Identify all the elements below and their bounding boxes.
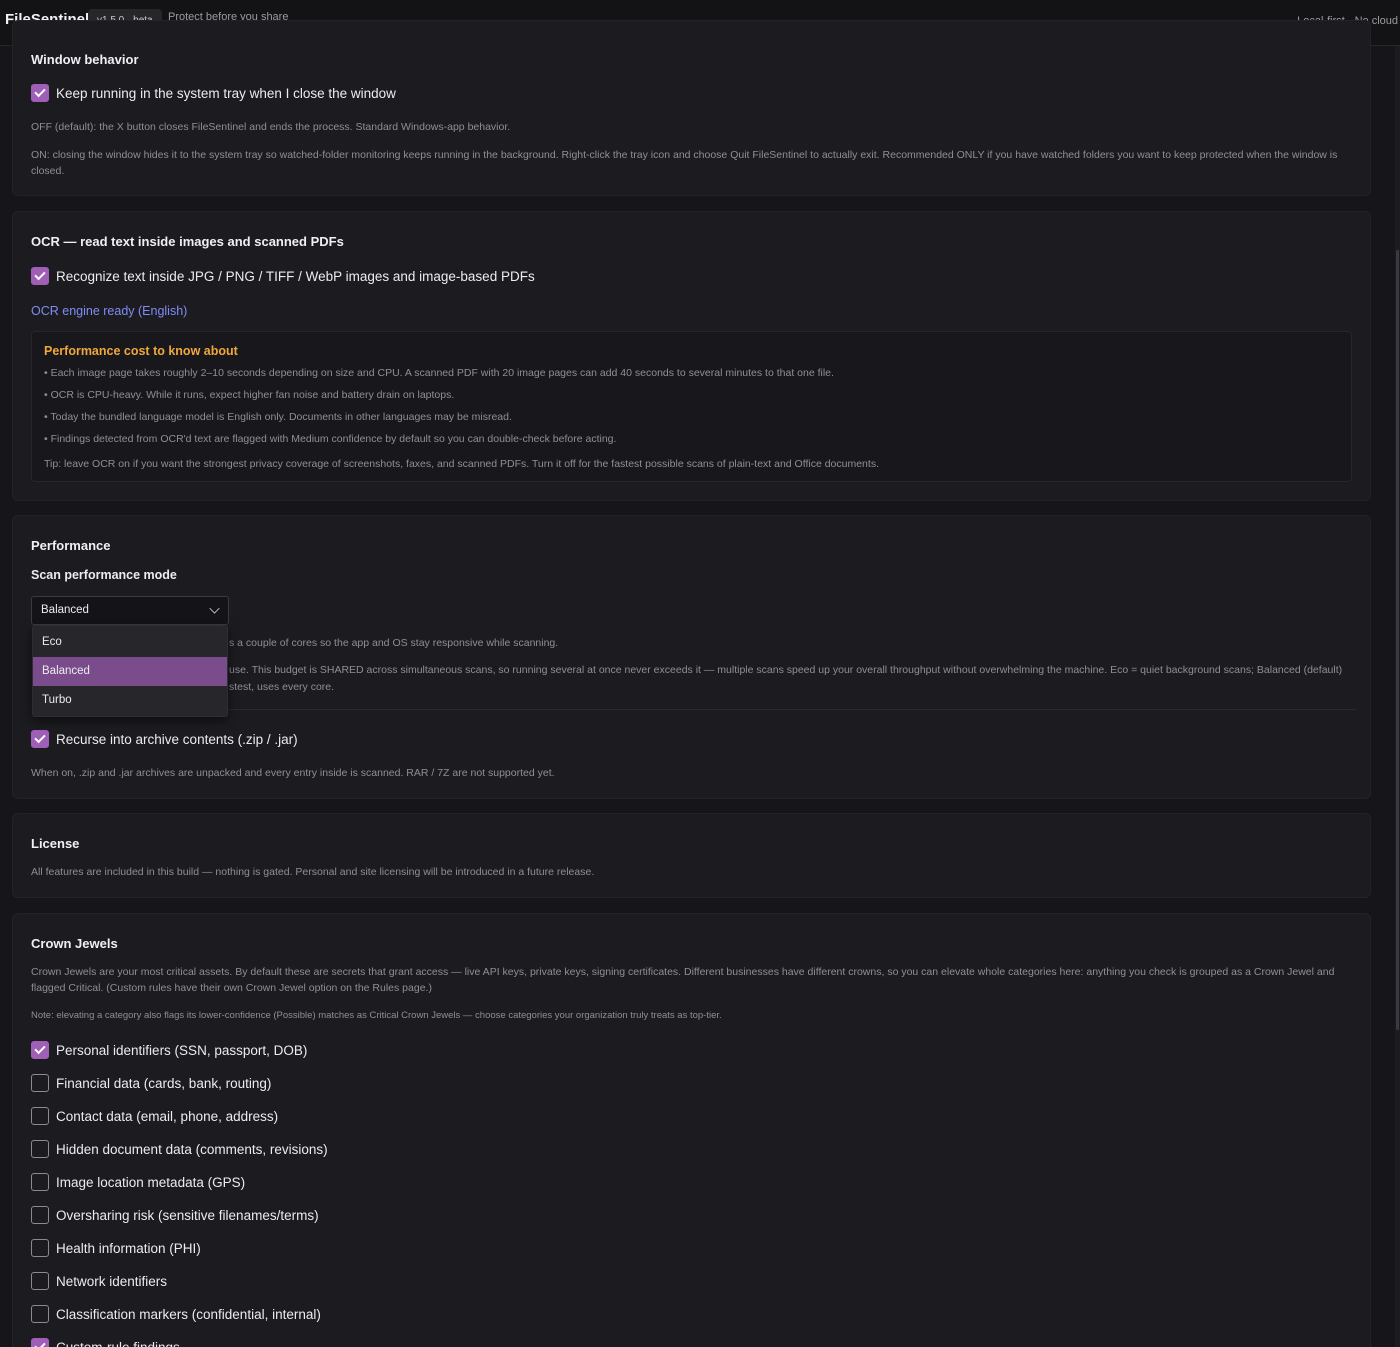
option-eco[interactable]: Eco (33, 628, 227, 657)
crown-jewels-desc: Crown Jewels are your most critical asse… (31, 966, 1335, 994)
option-balanced[interactable]: Balanced (33, 657, 227, 686)
divider (31, 709, 1356, 710)
performance-cost-callout: Performance cost to know about • Each im… (31, 331, 1352, 482)
ocr-checkbox-row[interactable]: Recognize text inside JPG / PNG / TIFF /… (31, 267, 535, 285)
chevron-down-icon (209, 603, 220, 614)
option-turbo[interactable]: Turbo (33, 686, 227, 715)
crown-jewel-category-row[interactable]: Contact data (email, phone, address) (31, 1107, 278, 1125)
ocr-panel: OCR — read text inside images and scanne… (12, 211, 1371, 501)
callout-bullet: • OCR is CPU-heavy. While it runs, expec… (44, 389, 455, 401)
crown-jewels-title: Crown Jewels (31, 936, 118, 951)
mode-desc-line: s a couple of cores so the app and OS st… (229, 637, 559, 649)
category-checkbox[interactable] (31, 1074, 49, 1092)
crown-jewel-category-row[interactable]: Oversharing risk (sensitive filenames/te… (31, 1206, 319, 1224)
window-behavior-title: Window behavior (31, 52, 139, 67)
category-checkbox[interactable] (31, 1140, 49, 1158)
category-label: Network identifiers (56, 1273, 168, 1289)
scan-mode-label: Scan performance mode (31, 568, 177, 582)
crown-jewels-panel: Crown Jewels Crown Jewels are your most … (12, 913, 1371, 1347)
tray-checkbox-row[interactable]: Keep running in the system tray when I c… (31, 84, 396, 102)
crown-jewel-category-row[interactable]: Custom-rule findings (31, 1338, 180, 1347)
tray-desc-on: ON: closing the window hides it to the s… (31, 149, 1338, 177)
category-label: Personal identifiers (SSN, passport, DOB… (56, 1042, 308, 1058)
category-label: Contact data (email, phone, address) (56, 1108, 279, 1124)
license-panel: License All features are included in thi… (12, 813, 1371, 898)
category-checkbox[interactable] (31, 1173, 49, 1191)
license-title: License (31, 836, 80, 851)
crown-jewel-category-row[interactable]: Financial data (cards, bank, routing) (31, 1074, 271, 1092)
category-label: Financial data (cards, bank, routing) (56, 1075, 272, 1091)
scan-mode-dropdown: Eco Balanced Turbo (32, 625, 228, 717)
archive-checkbox-label: Recurse into archive contents (.zip / .j… (56, 731, 298, 747)
category-label: Health information (PHI) (56, 1240, 201, 1256)
scan-mode-value: Balanced (41, 604, 89, 616)
category-checkbox[interactable] (31, 1239, 49, 1257)
ocr-status: OCR engine ready (English) (31, 304, 188, 318)
window-behavior-panel: Window behavior Keep running in the syst… (12, 20, 1371, 196)
tray-checkbox-label: Keep running in the system tray when I c… (56, 85, 396, 101)
archive-checkbox[interactable] (31, 730, 49, 748)
category-label: Custom-rule findings (56, 1339, 180, 1347)
crown-jewel-category-row[interactable]: Image location metadata (GPS) (31, 1173, 245, 1191)
category-label: Classification markers (confidential, in… (56, 1306, 321, 1322)
category-checkbox[interactable] (31, 1338, 49, 1347)
performance-title: Performance (31, 538, 111, 553)
ocr-title: OCR — read text inside images and scanne… (31, 234, 344, 249)
category-checkbox[interactable] (31, 1107, 49, 1125)
crown-jewel-category-row[interactable]: Personal identifiers (SSN, passport, DOB… (31, 1041, 307, 1059)
callout-bullet: • Findings detected from OCR'd text are … (44, 433, 617, 445)
mode-desc-line: use. This budget is SHARED across simult… (229, 664, 1343, 676)
tray-checkbox[interactable] (31, 84, 49, 102)
scan-mode-select[interactable]: Balanced (31, 596, 229, 625)
crown-jewel-category-row[interactable]: Hidden document data (comments, revision… (31, 1140, 328, 1158)
ocr-checkbox-label: Recognize text inside JPG / PNG / TIFF /… (56, 268, 535, 284)
callout-tip: Tip: leave OCR on if you want the strong… (44, 458, 879, 470)
category-label: Hidden document data (comments, revision… (56, 1141, 328, 1157)
category-checkbox[interactable] (31, 1305, 49, 1323)
crown-jewels-note: Note: elevating a category also flags it… (31, 1010, 722, 1021)
archive-checkbox-row[interactable]: Recurse into archive contents (.zip / .j… (31, 730, 298, 748)
crown-jewel-category-row[interactable]: Health information (PHI) (31, 1239, 201, 1257)
mode-desc-line: stest, uses every core. (229, 681, 335, 693)
category-label: Oversharing risk (sensitive filenames/te… (56, 1207, 319, 1223)
category-checkbox[interactable] (31, 1041, 49, 1059)
callout-title: Performance cost to know about (44, 344, 238, 358)
category-checkbox[interactable] (31, 1206, 49, 1224)
category-label: Image location metadata (GPS) (56, 1174, 246, 1190)
license-desc: All features are included in this build … (31, 866, 595, 878)
crown-jewel-category-row[interactable]: Classification markers (confidential, in… (31, 1305, 321, 1323)
callout-bullet: • Each image page takes roughly 2–10 sec… (44, 367, 834, 379)
archive-desc: When on, .zip and .jar archives are unpa… (31, 767, 555, 779)
ocr-checkbox[interactable] (31, 267, 49, 285)
tray-desc-off: OFF (default): the X button closes FileS… (31, 121, 511, 133)
crown-jewel-category-row[interactable]: Network identifiers (31, 1272, 167, 1290)
scrollbar-thumb[interactable] (1396, 250, 1399, 1030)
callout-bullet: • Today the bundled language model is En… (44, 411, 512, 423)
category-checkbox[interactable] (31, 1272, 49, 1290)
